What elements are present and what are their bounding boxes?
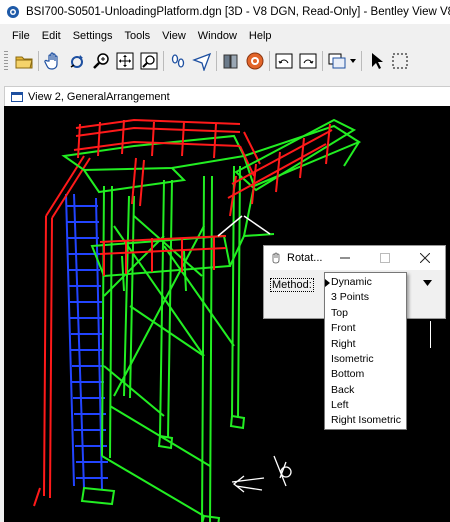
menu-bar: File Edit Settings Tools View Window Hel… — [0, 26, 450, 45]
dialog-title: Rotat... — [287, 252, 323, 264]
menu-item-left[interactable]: Left — [331, 399, 349, 411]
toolbar-grip[interactable] — [4, 51, 8, 71]
menu-item-back[interactable]: Back — [331, 384, 354, 396]
minimize-icon — [340, 257, 350, 259]
fit-view-icon[interactable] — [113, 49, 137, 73]
rotate-view-icon[interactable] — [65, 49, 89, 73]
view-attributes-icon[interactable] — [325, 49, 359, 73]
selected-bullet-icon — [325, 279, 330, 287]
menu-tools[interactable]: Tools — [118, 30, 156, 42]
top-railing — [73, 118, 261, 207]
menu-item-3-points[interactable]: 3 Points — [331, 291, 369, 303]
main-toolbar — [0, 46, 450, 76]
method-dropdown-list: Dynamic 3 Points Top Front Right Isometr… — [324, 272, 407, 430]
select-box-icon[interactable] — [388, 49, 412, 73]
menu-help[interactable]: Help — [243, 30, 278, 42]
menu-item-front[interactable]: Front — [331, 322, 356, 334]
chevron-down-icon — [422, 280, 432, 286]
crosshair-cursor — [430, 321, 431, 348]
menu-item-right-isometric[interactable]: Right Isometric — [331, 414, 401, 426]
window-area-icon[interactable] — [137, 49, 161, 73]
view-icon — [11, 92, 23, 102]
menu-view[interactable]: View — [156, 30, 192, 42]
menu-item-bottom[interactable]: Bottom — [331, 368, 364, 380]
select-arrow-icon[interactable] — [364, 49, 388, 73]
menu-settings[interactable]: Settings — [67, 30, 119, 42]
previous-view-icon[interactable] — [272, 49, 296, 73]
method-label: Method: — [270, 278, 314, 292]
dialog-title-bar[interactable]: Rotat... — [264, 246, 445, 270]
menu-edit[interactable]: Edit — [36, 30, 67, 42]
rotate-tool-icon — [272, 252, 280, 264]
menu-window[interactable]: Window — [192, 30, 243, 42]
next-view-icon[interactable] — [296, 49, 320, 73]
stair-handrail — [33, 155, 91, 507]
menu-item-right[interactable]: Right — [331, 338, 356, 350]
record-icon[interactable] — [243, 49, 267, 73]
menu-item-isometric[interactable]: Isometric — [331, 353, 374, 365]
view-title-bar[interactable]: View 2, GeneralArrangement — [4, 86, 450, 107]
maximize-button[interactable] — [365, 246, 405, 270]
fly-plane-icon[interactable] — [190, 49, 214, 73]
menu-file[interactable]: File — [0, 30, 36, 42]
window-title: BSI700-S0501-UnloadingPlatform.dgn [3D -… — [26, 6, 450, 18]
view-title: View 2, GeneralArrangement — [28, 91, 170, 103]
app-icon — [7, 6, 19, 18]
menu-item-top[interactable]: Top — [331, 307, 348, 319]
books-icon[interactable] — [219, 49, 243, 73]
walk-footprints-icon[interactable] — [166, 49, 190, 73]
close-button[interactable] — [405, 246, 445, 270]
menu-item-dynamic[interactable]: Dynamic — [325, 276, 372, 288]
inclined-walkway — [217, 118, 357, 237]
steel-frame — [61, 124, 362, 522]
view-triad — [231, 455, 292, 493]
close-icon — [420, 253, 430, 263]
window-title-bar: BSI700-S0501-UnloadingPlatform.dgn [3D -… — [0, 0, 450, 24]
pan-hand-icon[interactable] — [41, 49, 65, 73]
zoom-in-icon[interactable] — [89, 49, 113, 73]
method-dropdown-button[interactable] — [420, 276, 434, 290]
maximize-icon — [380, 253, 390, 263]
open-folder-icon[interactable] — [12, 49, 36, 73]
minimize-button[interactable] — [325, 246, 365, 270]
